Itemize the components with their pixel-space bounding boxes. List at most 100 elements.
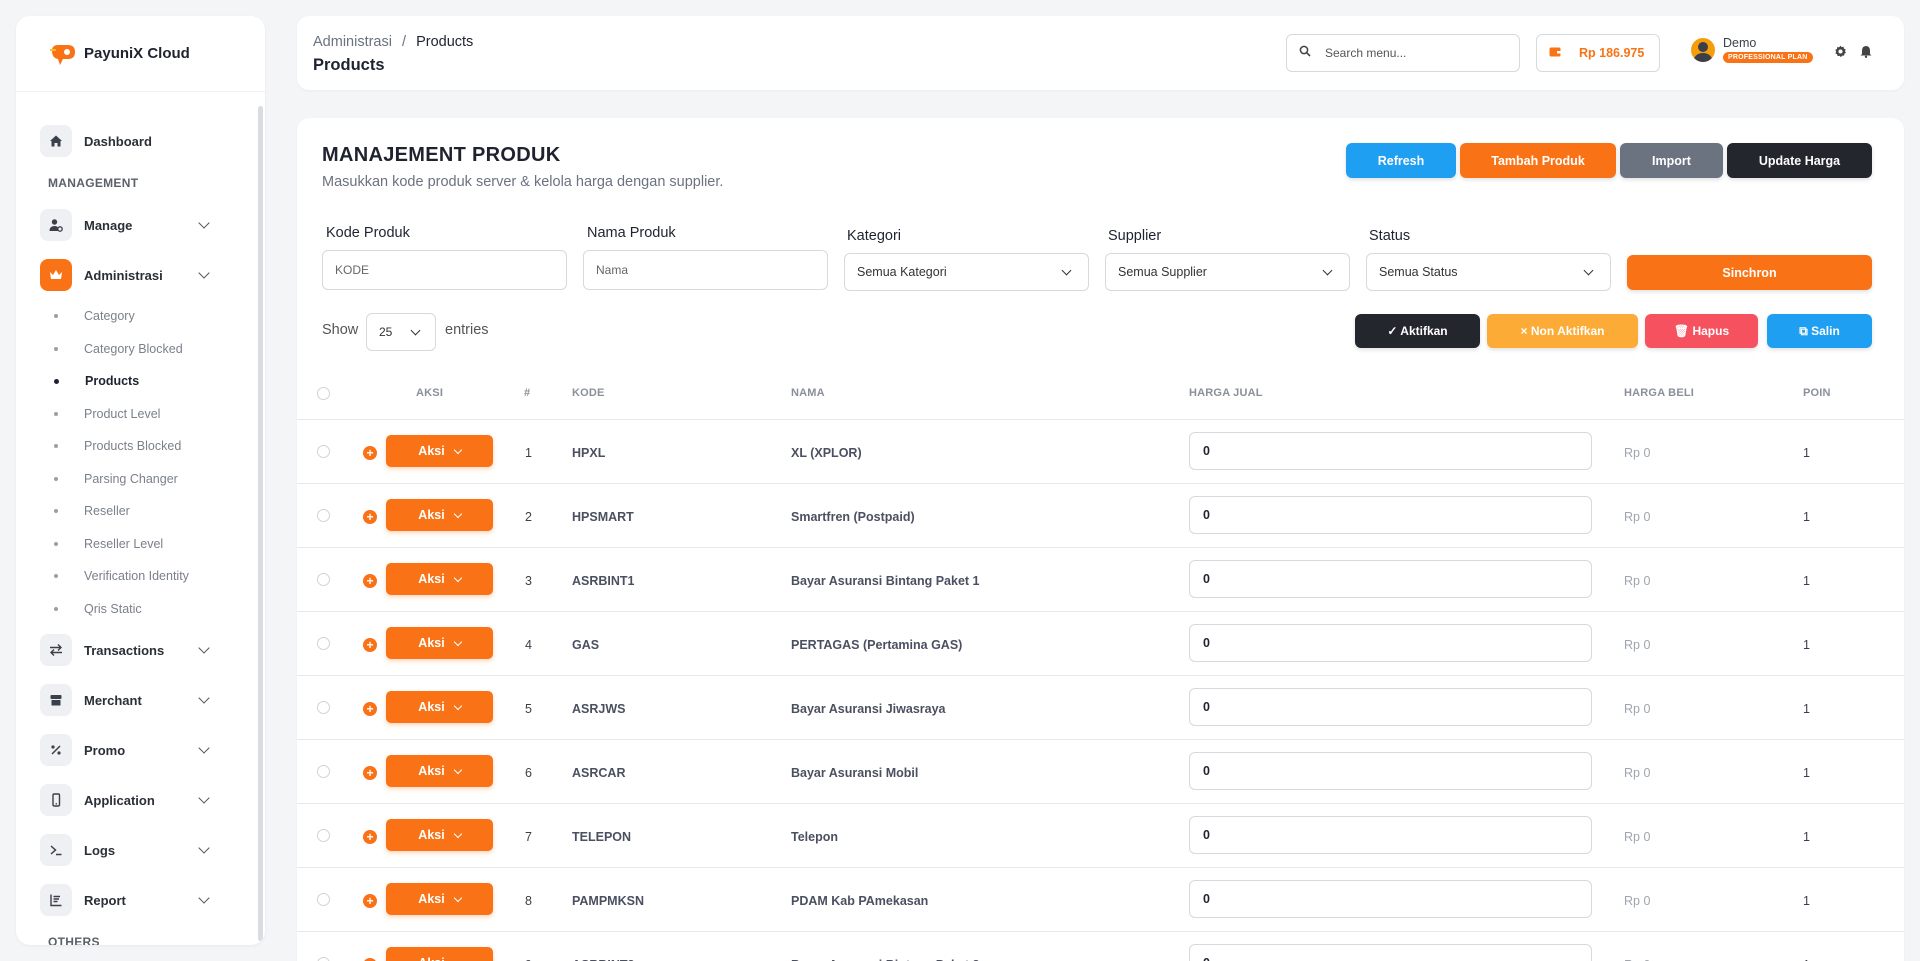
aksi-dropdown-button[interactable]: Aksi [386, 627, 493, 659]
plus-circle-icon[interactable]: + [363, 446, 377, 460]
sidebar-item-merchant[interactable]: Merchant [16, 675, 256, 725]
balance-widget[interactable]: Rp 186.975 [1536, 34, 1660, 72]
select-all-checkbox[interactable] [317, 387, 330, 400]
copy-button[interactable]: ⧉ Salin [1767, 314, 1872, 348]
row-checkbox[interactable] [317, 765, 330, 778]
activate-button[interactable]: ✓ Aktifkan [1355, 314, 1480, 348]
sub-item-verification-identity[interactable]: Verification Identity [16, 560, 256, 593]
sidebar-item-promo[interactable]: Promo [16, 725, 256, 775]
search-box[interactable] [1286, 34, 1520, 72]
plus-circle-icon[interactable]: + [363, 830, 377, 844]
kategori-value: Semua Kategori [857, 265, 947, 279]
plus-circle-icon[interactable]: + [363, 510, 377, 524]
cell-nama: Telepon [791, 830, 838, 844]
plus-circle-icon[interactable]: + [363, 766, 377, 780]
plus-circle-icon[interactable]: + [363, 894, 377, 908]
gear-icon[interactable] [1833, 44, 1847, 58]
bell-icon[interactable] [1859, 44, 1873, 58]
plus-circle-icon[interactable]: + [363, 702, 377, 716]
chevron-down-icon [453, 829, 462, 838]
table-row: + Aksi 6 ASRCAR Bayar Asuransi Mobil Rp 0 1 [297, 740, 1904, 804]
row-checkbox[interactable] [317, 893, 330, 906]
status-label: Status [1369, 228, 1411, 244]
sub-item-qris-static[interactable]: Qris Static [16, 593, 256, 626]
sidebar-scrollbar[interactable] [258, 106, 263, 941]
chevron-down-icon [453, 957, 462, 961]
sub-item-products[interactable]: Products [16, 365, 256, 398]
sub-item-category[interactable]: Category [16, 300, 256, 333]
harga-jual-input[interactable] [1189, 560, 1592, 598]
user-menu[interactable]: Demo PROFESSIONAL PLAN [1691, 36, 1813, 63]
row-checkbox[interactable] [317, 573, 330, 586]
deactivate-button[interactable]: × Non Aktifkan [1487, 314, 1638, 348]
crown-icon [40, 259, 72, 291]
brand[interactable]: PayuniX Cloud [16, 16, 265, 92]
plus-circle-icon[interactable]: + [363, 638, 377, 652]
harga-jual-input[interactable] [1189, 432, 1592, 470]
entries-select[interactable]: 25 [366, 313, 436, 351]
aksi-label: Aksi [418, 444, 445, 458]
cell-poin: 1 [1803, 702, 1810, 716]
th-poin[interactable]: POIN [1803, 387, 1831, 399]
row-checkbox[interactable] [317, 445, 330, 458]
aksi-dropdown-button[interactable]: Aksi [386, 563, 493, 595]
sidebar-item-manage[interactable]: Manage [16, 200, 256, 250]
sub-item-reseller-level[interactable]: Reseller Level [16, 528, 256, 561]
cell-nama: Bayar Asuransi Jiwasraya [791, 702, 946, 716]
sidebar-item-transactions[interactable]: Transactions [16, 625, 256, 675]
row-checkbox[interactable] [317, 957, 330, 961]
import-button[interactable]: Import [1620, 143, 1723, 178]
delete-button[interactable]: 🗑 Hapus [1645, 314, 1758, 348]
add-product-button[interactable]: Tambah Produk [1460, 143, 1616, 178]
sub-item-parsing-changer[interactable]: Parsing Changer [16, 463, 256, 496]
harga-jual-input[interactable] [1189, 496, 1592, 534]
row-checkbox[interactable] [317, 509, 330, 522]
harga-jual-input[interactable] [1189, 944, 1592, 961]
th-harga-beli[interactable]: HARGA BELI [1624, 387, 1694, 399]
kode-input[interactable] [322, 250, 567, 290]
sub-item-category-blocked[interactable]: Category Blocked [16, 333, 256, 366]
harga-jual-input[interactable] [1189, 752, 1592, 790]
store-icon [40, 684, 72, 716]
cell-kode: GAS [572, 638, 600, 652]
sidebar-item-report[interactable]: Report [16, 875, 256, 925]
sidebar-item-logs[interactable]: Logs [16, 825, 256, 875]
sub-item-reseller[interactable]: Reseller [16, 495, 256, 528]
aksi-dropdown-button[interactable]: Aksi [386, 755, 493, 787]
row-checkbox[interactable] [317, 829, 330, 842]
kategori-select[interactable]: Semua Kategori [844, 253, 1089, 291]
th-kode[interactable]: KODE [572, 387, 605, 399]
th-harga-jual[interactable]: HARGA JUAL [1189, 387, 1263, 399]
status-select[interactable]: Semua Status [1366, 253, 1611, 291]
aksi-dropdown-button[interactable]: Aksi [386, 435, 493, 467]
search-input[interactable] [1325, 46, 1505, 60]
sinchron-button[interactable]: Sinchron [1627, 255, 1872, 290]
row-checkbox[interactable] [317, 701, 330, 714]
row-checkbox[interactable] [317, 637, 330, 650]
aksi-dropdown-button[interactable]: Aksi [386, 499, 493, 531]
harga-jual-input[interactable] [1189, 816, 1592, 854]
aksi-dropdown-button[interactable]: Aksi [386, 883, 493, 915]
transfer-icon [40, 634, 72, 666]
supplier-select[interactable]: Semua Supplier [1105, 253, 1350, 291]
cell-harga-beli: Rp 0 [1624, 894, 1651, 908]
aksi-dropdown-button[interactable]: Aksi [386, 691, 493, 723]
nama-input[interactable] [583, 250, 828, 290]
sub-item-products-blocked[interactable]: Products Blocked [16, 430, 256, 463]
cell-number: 6 [525, 766, 532, 780]
refresh-button[interactable]: Refresh [1346, 143, 1456, 178]
plus-circle-icon[interactable]: + [363, 574, 377, 588]
aksi-dropdown-button[interactable]: Aksi [386, 947, 493, 961]
harga-jual-input[interactable] [1189, 688, 1592, 726]
sidebar-item-dashboard[interactable]: Dashboard [16, 116, 256, 166]
aksi-dropdown-button[interactable]: Aksi [386, 819, 493, 851]
cell-poin: 1 [1803, 446, 1810, 460]
update-price-button[interactable]: Update Harga [1727, 143, 1872, 178]
sidebar-item-application[interactable]: Application [16, 775, 256, 825]
sub-item-product-level[interactable]: Product Level [16, 398, 256, 431]
th-nama[interactable]: NAMA [791, 387, 825, 399]
harga-jual-input[interactable] [1189, 624, 1592, 662]
breadcrumb-parent[interactable]: Administrasi [313, 34, 392, 50]
sidebar-item-administrasi[interactable]: Administrasi [16, 250, 256, 300]
harga-jual-input[interactable] [1189, 880, 1592, 918]
